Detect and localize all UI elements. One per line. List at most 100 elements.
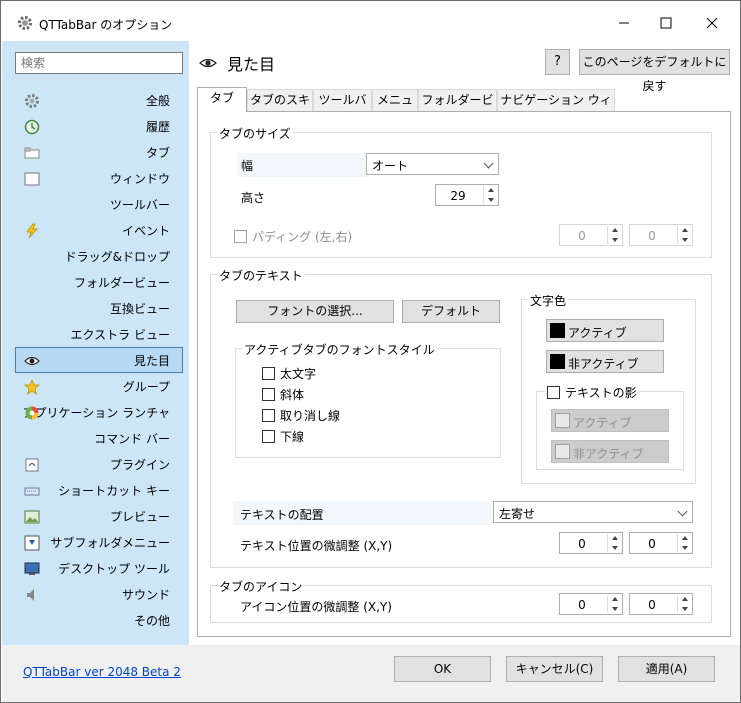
apply-button[interactable]: 適用(A): [618, 656, 715, 682]
cancel-button[interactable]: キャンセル(C): [506, 656, 603, 682]
text-shadow-group: テキストの影 アクティブ 非アクティブ: [536, 384, 684, 470]
close-button[interactable]: [689, 9, 735, 37]
spin-up-icon[interactable]: [677, 595, 691, 604]
text-offset-y-spinner[interactable]: 0: [629, 532, 693, 554]
sidebar-item-label: エクストラ ビュー: [70, 327, 170, 342]
lightning-icon: [24, 223, 40, 239]
icon-offset-label: アイコン位置の微調整 (X,Y): [240, 600, 392, 614]
subfolder-icon: [24, 535, 40, 551]
padding-right-spinner[interactable]: 0: [629, 224, 693, 246]
tab-folder-view[interactable]: フォルダービュー: [418, 89, 497, 127]
icon-offset-y-spinner[interactable]: 0: [629, 593, 693, 615]
tab-panel: タブのサイズ 幅 オート 高さ 29 パディング (左,右) 0 0 タブのテキ…: [197, 111, 731, 637]
select-font-button[interactable]: フォントの選択...: [236, 300, 394, 323]
spin-up-icon[interactable]: [607, 534, 621, 543]
default-font-button[interactable]: デフォルト: [402, 300, 500, 323]
sidebar-item-history[interactable]: 履歴: [15, 113, 183, 139]
bold-checkbox[interactable]: 太文字: [262, 365, 316, 382]
shadow-inactive-button[interactable]: 非アクティブ: [551, 440, 669, 463]
sidebar-item-command-bar[interactable]: コマンド バー: [15, 425, 183, 451]
spin-down-icon[interactable]: [607, 235, 621, 244]
sidebar-item-label: イベント: [121, 223, 170, 238]
sidebar-item-sound[interactable]: サウンド: [15, 581, 183, 607]
sidebar-item-other[interactable]: その他: [15, 607, 183, 633]
help-button[interactable]: ?: [545, 49, 570, 75]
active-color-button[interactable]: アクティブ: [546, 319, 664, 342]
padding-checkbox[interactable]: パディング (左,右): [234, 228, 352, 245]
icon-offset-x-spinner[interactable]: 0: [559, 593, 623, 615]
padding-label: パディング (左,右): [252, 230, 353, 244]
tab-navigation-window[interactable]: ナビゲーション ウィンドウ: [497, 89, 615, 127]
sidebar-item-window[interactable]: ウィンドウ: [15, 165, 183, 191]
eye-icon: [24, 353, 40, 369]
text-align-select[interactable]: 左寄せ: [493, 501, 693, 523]
sidebar-item-drag-drop[interactable]: ドラッグ&ドロップ: [15, 243, 183, 269]
sidebar: 全般 履歴 タブ ウィンドウ ツールバー イベント ドラッグ&ド: [2, 41, 189, 645]
sidebar-item-label: デスクトップ ツール: [58, 561, 170, 576]
sidebar-nav: 全般 履歴 タブ ウィンドウ ツールバー イベント ドラッグ&ドロップ フォルダ…: [15, 87, 183, 633]
sidebar-item-label: アプリケーション ランチャ: [22, 405, 170, 420]
height-spinner[interactable]: 29: [435, 184, 499, 206]
speaker-icon: [24, 587, 40, 603]
shadow-active-button[interactable]: アクティブ: [551, 409, 669, 432]
strikethrough-checkbox[interactable]: 取り消し線: [262, 407, 340, 424]
sidebar-item-appearance[interactable]: 見た目: [15, 347, 183, 373]
ok-button[interactable]: OK: [394, 656, 491, 682]
sidebar-item-event[interactable]: イベント: [15, 217, 183, 243]
tab-toolbar[interactable]: ツールバー: [313, 89, 372, 127]
tab-skin[interactable]: タブのスキン: [247, 89, 313, 127]
sidebar-item-folder-view[interactable]: フォルダービュー: [15, 269, 183, 295]
spin-up-icon[interactable]: [677, 226, 691, 235]
text-offset-x-spinner[interactable]: 0: [559, 532, 623, 554]
sidebar-item-shortcut-keys[interactable]: ショートカット キー: [15, 477, 183, 503]
reset-defaults-button[interactable]: このページをデフォルトに戻す: [579, 49, 730, 93]
sidebar-item-compat-view[interactable]: 互換ビュー: [15, 295, 183, 321]
spin-down-icon[interactable]: [677, 235, 691, 244]
spin-down-icon[interactable]: [677, 604, 691, 613]
sidebar-item-toolbar[interactable]: ツールバー: [15, 191, 183, 217]
text-shadow-checkbox[interactable]: テキストの影: [545, 384, 639, 401]
title-bar[interactable]: QTTabBar のオプション: [1, 1, 740, 45]
maximize-button[interactable]: [643, 9, 689, 37]
padding-left-spinner[interactable]: 0: [559, 224, 623, 246]
italic-label: 斜体: [280, 388, 305, 402]
version-link[interactable]: QTTabBar ver 2048 Beta 2: [23, 665, 181, 679]
sidebar-item-preview[interactable]: プレビュー: [15, 503, 183, 529]
sidebar-item-app-launcher[interactable]: アプリケーション ランチャ: [15, 399, 183, 425]
spin-up-icon[interactable]: [677, 534, 691, 543]
spin-up-icon[interactable]: [607, 595, 621, 604]
minimize-button[interactable]: [601, 9, 647, 37]
width-select[interactable]: オート: [366, 153, 499, 175]
bold-label: 太文字: [280, 367, 317, 381]
sidebar-item-plugin[interactable]: プラグイン: [15, 451, 183, 477]
sidebar-item-subfolder-menu[interactable]: サブフォルダメニュー: [15, 529, 183, 555]
spin-up-icon[interactable]: [607, 226, 621, 235]
italic-checkbox[interactable]: 斜体: [262, 386, 304, 403]
sidebar-item-label: サブフォルダメニュー: [50, 535, 170, 550]
tab-menu[interactable]: メニュー: [372, 89, 418, 127]
star-icon: [24, 379, 40, 395]
height-value: 29: [450, 189, 466, 203]
tab-size-group: タブのサイズ 幅 オート 高さ 29 パディング (左,右) 0 0: [210, 125, 712, 258]
sidebar-item-tab[interactable]: タブ: [15, 139, 183, 165]
sidebar-item-desktop-tool[interactable]: デスクトップ ツール: [15, 555, 183, 581]
spin-down-icon[interactable]: [483, 195, 497, 204]
sidebar-item-group[interactable]: グループ: [15, 373, 183, 399]
sidebar-item-label: サウンド: [121, 587, 170, 602]
color-swatch: [555, 444, 570, 459]
spin-down-icon[interactable]: [677, 543, 691, 552]
text-align-label: テキストの配置: [240, 508, 324, 522]
spin-down-icon[interactable]: [607, 604, 621, 613]
checkbox-box: [262, 430, 275, 443]
search-input[interactable]: [15, 52, 183, 74]
tab-tab[interactable]: タブ: [197, 87, 247, 112]
spin-up-icon[interactable]: [483, 186, 497, 195]
inactive-color-button[interactable]: 非アクティブ: [546, 350, 664, 373]
maximize-icon: [660, 17, 672, 29]
spin-down-icon[interactable]: [607, 543, 621, 552]
sidebar-item-label: ツールバー: [109, 197, 170, 212]
underline-checkbox[interactable]: 下線: [262, 428, 304, 445]
sidebar-item-extra-view[interactable]: エクストラ ビュー: [15, 321, 183, 347]
sidebar-item-general[interactable]: 全般: [15, 87, 183, 113]
row-highlight: [237, 153, 367, 177]
